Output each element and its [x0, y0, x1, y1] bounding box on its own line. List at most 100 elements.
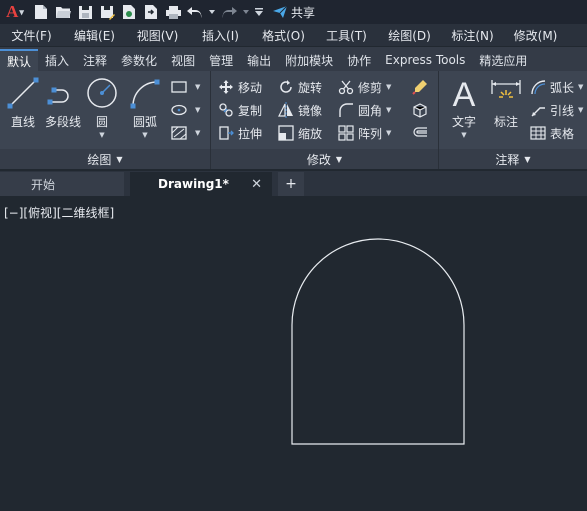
print-icon[interactable] [164, 3, 182, 21]
mirror-tool[interactable]: 镜像 [277, 100, 322, 120]
close-icon[interactable]: ✕ [251, 177, 262, 192]
save-icon[interactable] [76, 3, 94, 21]
stretch-tool[interactable]: 拉伸 [217, 123, 262, 143]
mirror-icon [277, 101, 295, 119]
new-file-icon[interactable] [32, 3, 50, 21]
undo-dropdown-icon[interactable] [208, 3, 216, 21]
redo-icon[interactable] [220, 3, 238, 21]
erase-tool[interactable] [411, 77, 432, 97]
explode-icon [411, 101, 429, 119]
rectangle-icon [170, 78, 188, 96]
fillet-dropdown-icon[interactable]: ▼ [386, 106, 391, 114]
ellipse-dropdown-icon[interactable]: ▼ [195, 106, 200, 114]
leader-dropdown-icon[interactable]: ▼ [578, 106, 583, 114]
trim-tool[interactable]: 修剪 ▼ [337, 77, 391, 97]
text-dropdown-icon[interactable]: ▼ [461, 131, 466, 139]
move-tool[interactable]: 移动 [217, 77, 262, 97]
share-button[interactable]: 共享 [272, 4, 315, 21]
array-icon [337, 124, 355, 142]
fillet-label: 圆角 [358, 103, 383, 118]
tab-featured-apps[interactable]: 精选应用 [472, 49, 534, 71]
trim-icon [337, 78, 355, 96]
menu-draw[interactable]: 绘图(D) [378, 27, 441, 44]
ellipse-tool[interactable]: ▼ [170, 100, 200, 120]
scale-tool[interactable]: 缩放 [277, 123, 322, 143]
dimension-icon [488, 75, 524, 111]
copy-tool[interactable]: 复制 [217, 100, 262, 120]
publish-icon[interactable] [120, 3, 138, 21]
drawing-geometry[interactable] [0, 197, 587, 511]
menu-view[interactable]: 视图(V) [126, 27, 189, 44]
fillet-tool[interactable]: 圆角 ▼ [337, 100, 391, 120]
arc-dropdown-icon[interactable]: ▼ [142, 131, 147, 139]
menu-edit[interactable]: 编辑(E) [63, 27, 126, 44]
menu-tools[interactable]: 工具(T) [315, 27, 378, 44]
tab-collaborate[interactable]: 协作 [340, 49, 378, 71]
modify-panel-title[interactable]: 修改 ▼ [211, 149, 438, 169]
array-dropdown-icon[interactable]: ▼ [386, 129, 391, 137]
tab-addins[interactable]: 附加模块 [278, 49, 340, 71]
tab-manage[interactable]: 管理 [202, 49, 240, 71]
circle-tool[interactable]: 圆 ▼ [80, 75, 124, 139]
import-icon[interactable] [142, 3, 160, 21]
rectangle-dropdown-icon[interactable]: ▼ [195, 83, 200, 91]
open-folder-icon[interactable] [54, 3, 72, 21]
arch-shape[interactable] [291, 238, 465, 445]
tab-view[interactable]: 视图 [164, 49, 202, 71]
array-label: 阵列 [358, 126, 383, 141]
ribbon-panel: 直线 多段线 圆 ▼ 圆弧 ▼ ▼ ▼ ▼ 绘图 ▼ 移动 旋转 修剪 ▼ 复制… [0, 71, 587, 169]
table-tool[interactable]: 表格 [529, 123, 574, 143]
array-tool[interactable]: 阵列 ▼ [337, 123, 391, 143]
drawing-canvas[interactable]: [−][俯视][二维线框] [0, 197, 587, 511]
leader-tool[interactable]: 引线 ▼ [529, 100, 583, 120]
offset-icon [411, 124, 429, 142]
tab-insert[interactable]: 插入 [38, 49, 76, 71]
dimension-tool[interactable]: 标注 [484, 75, 528, 130]
tab-express-tools[interactable]: Express Tools [378, 49, 472, 71]
arc-tool[interactable]: 圆弧 ▼ [123, 75, 167, 139]
arc-length-dropdown-icon[interactable]: ▼ [578, 83, 583, 91]
save-as-icon[interactable] [98, 3, 116, 21]
offset-tool[interactable] [411, 123, 432, 143]
undo-icon[interactable] [186, 3, 204, 21]
tab-start[interactable]: 开始 [0, 172, 124, 196]
scale-icon [277, 124, 295, 142]
tab-start-label: 开始 [31, 177, 56, 192]
menu-dimension[interactable]: 标注(N) [441, 27, 504, 44]
menu-file[interactable]: 文件(F) [0, 27, 63, 44]
line-icon [5, 75, 41, 111]
trim-dropdown-icon[interactable]: ▼ [386, 83, 391, 91]
table-icon [529, 124, 547, 142]
hatch-tool[interactable]: ▼ [170, 123, 200, 143]
explode-tool[interactable] [411, 100, 432, 120]
text-label: 文字 [451, 115, 476, 129]
annotation-panel-title[interactable]: 注释 ▼ [439, 149, 587, 169]
customize-qat-icon[interactable] [254, 3, 264, 21]
copy-label: 复制 [238, 103, 263, 118]
menu-format[interactable]: 格式(O) [252, 27, 315, 44]
circle-dropdown-icon[interactable]: ▼ [99, 131, 104, 139]
leader-label: 引线 [550, 103, 575, 118]
draw-panel-title[interactable]: 绘图 ▼ [0, 149, 210, 169]
rectangle-tool[interactable]: ▼ [170, 77, 200, 97]
app-menu-button[interactable]: A ▾ [0, 0, 30, 24]
tab-output[interactable]: 输出 [240, 49, 278, 71]
svg-text:A: A [453, 76, 476, 110]
rotate-icon [277, 78, 295, 96]
line-tool[interactable]: 直线 [1, 75, 45, 130]
tab-parametric[interactable]: 参数化 [114, 49, 164, 71]
tab-drawing1[interactable]: Drawing1* ✕ [130, 172, 272, 196]
polyline-tool[interactable]: 多段线 [41, 75, 85, 130]
tab-annotate[interactable]: 注释 [76, 49, 114, 71]
rotate-tool[interactable]: 旋转 [277, 77, 322, 97]
menu-modify[interactable]: 修改(M) [504, 27, 567, 44]
hatch-dropdown-icon[interactable]: ▼ [195, 129, 200, 137]
new-tab-button[interactable]: + [278, 172, 304, 196]
arc-length-tool[interactable]: 弧长 ▼ [529, 77, 583, 97]
text-tool[interactable]: A 文字 ▼ [442, 75, 486, 139]
eraser-icon [411, 78, 429, 96]
redo-dropdown-icon[interactable] [242, 3, 250, 21]
menu-insert[interactable]: 插入(I) [189, 27, 252, 44]
annotation-panel: A 文字 ▼ 标注 弧长 ▼ 引线 ▼ 表格 注释 ▼ [439, 71, 587, 169]
tab-home[interactable]: 默认 [0, 49, 39, 71]
